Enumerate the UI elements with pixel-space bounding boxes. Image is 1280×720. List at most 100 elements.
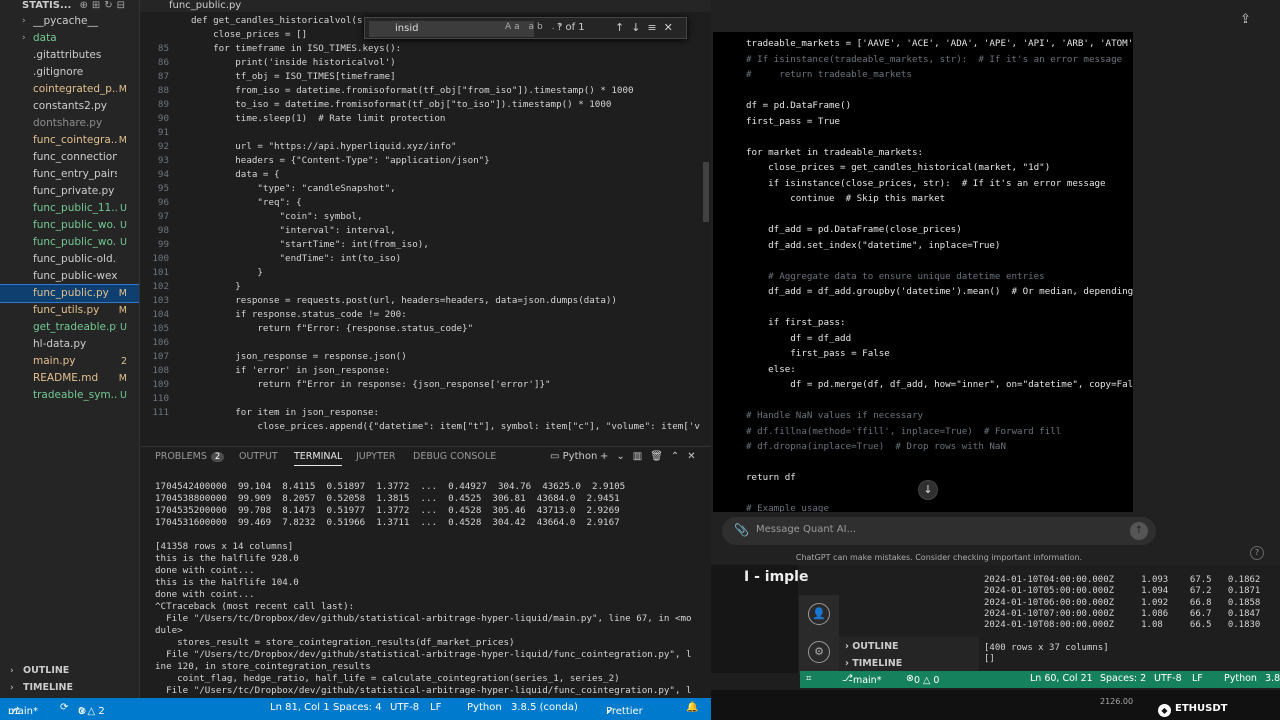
problems-indicator[interactable]: ⊗ 0 △ 0 [906, 673, 939, 686]
bell-icon[interactable]: 🔔 [686, 702, 698, 713]
outline-section[interactable]: › OUTLINE [845, 641, 899, 652]
file-item[interactable]: func_private.py [0, 183, 139, 200]
scroll-down-button[interactable]: ↓ [918, 480, 938, 500]
file-item[interactable]: .gitattributes [0, 47, 139, 64]
code-editor[interactable]: def get_candles_historicalvol(s close_pr… [141, 12, 711, 445]
file-item[interactable]: func_connections.py [0, 149, 139, 166]
chat-code-line: # df.dropna(inplace=True) # Drop rows wi… [746, 441, 1006, 452]
gear-icon[interactable]: ⚙ [808, 641, 830, 663]
terminal-shell-selector[interactable]: ▭ Python [550, 451, 597, 462]
line-number: 85 [157, 43, 169, 54]
eol[interactable]: LF [430, 702, 441, 713]
chat-code-block: tradeable_markets = ['AAVE', 'ACE', 'ADA… [713, 32, 1133, 512]
help-icon[interactable]: ? [1250, 546, 1264, 560]
file-item[interactable]: hl-data.py [0, 336, 139, 353]
terminal-line: 1704538800000 99.909 8.2057 0.52058 1.38… [155, 493, 620, 504]
file-item[interactable]: cointegrated_p... M [0, 81, 139, 98]
terminal-actions[interactable]: +⌄▥🗑⌃✕ [600, 451, 704, 462]
ticker[interactable]: ◆ ETHUSDT [1158, 703, 1227, 717]
find-nav-buttons[interactable]: ↑↓≡✕ [615, 21, 680, 34]
minimap-scrollbar[interactable] [703, 162, 709, 222]
file-item[interactable]: func_public.py M [0, 284, 139, 303]
editor-tab[interactable]: func_public.py [141, 0, 341, 12]
file-item[interactable]: constants2.py [0, 98, 139, 115]
file-name: dontshare.py [33, 117, 103, 129]
file-item[interactable]: func_public-wex.py [0, 268, 139, 285]
message-input[interactable]: 📎 Message Quant AI... ↑ [722, 517, 1156, 545]
file-item[interactable]: func_utils.py M [0, 302, 139, 319]
line-number: 100 [152, 253, 169, 264]
sync-icon[interactable]: ⟳ [60, 702, 68, 713]
file-item[interactable]: dontshare.py [0, 115, 139, 132]
file-item[interactable]: func_public_11... U [0, 200, 139, 217]
file-item[interactable]: func_entry_pairs.py [0, 166, 139, 183]
code-line: 110 [141, 392, 711, 406]
code-text: close_prices = [] [191, 29, 308, 40]
panel-tab-debug-console[interactable]: DEBUG CONSOLE [413, 451, 496, 462]
file-name: func_entry_pairs.py [33, 168, 117, 180]
timeline-section[interactable]: › TIMELINE [845, 658, 902, 669]
find-options[interactable]: Aa ab .* [505, 22, 565, 32]
panel-tab-output[interactable]: OUTPUT [239, 451, 278, 462]
vscode-window: STATIS... ⊕⊞↻⊟ › __pycache__ › data .gitattr… [0, 0, 711, 720]
file-item[interactable]: .gitignore [0, 64, 139, 81]
panel-tab-jupyter[interactable]: JUPYTER [356, 451, 395, 462]
slide-panel: I - imple [711, 565, 808, 673]
line-number: 92 [157, 141, 169, 152]
encoding[interactable]: UTF-8 [390, 702, 419, 713]
encoding[interactable]: UTF-8 [1154, 673, 1182, 684]
indentation[interactable]: Spaces: 4 [333, 702, 382, 713]
line-number: 105 [152, 323, 169, 334]
interpreter[interactable]: 3.8.5 (conda) [511, 702, 578, 713]
folder-item[interactable]: › data [0, 30, 139, 47]
share-icon[interactable]: ⇪ [1240, 12, 1258, 30]
file-item[interactable]: README.md M [0, 370, 139, 387]
cursor-position[interactable]: Ln 60, Col 21 [1030, 673, 1093, 684]
file-item[interactable]: get_tradeable.py U [0, 319, 139, 336]
code-text: "startTime": int(from_iso), [191, 239, 429, 250]
git-status: M [118, 373, 127, 384]
terminal-line: dule> [155, 625, 183, 636]
attach-icon[interactable]: 📎 [734, 523, 749, 537]
file-name: constants2.py [33, 100, 108, 112]
chat-code-line: df = pd.merge(df, df_add, how="inner", o… [746, 379, 1133, 390]
code-text: "endTime": int(to_iso) [191, 253, 402, 264]
language-mode[interactable]: Python [1224, 673, 1257, 684]
file-item[interactable]: func_cointegra... M [0, 132, 139, 149]
code-text: tf_obj = ISO_TIMES[timeframe] [191, 71, 396, 82]
file-item[interactable]: tradeable_sym... U [0, 387, 139, 404]
file-item[interactable]: func_public-old.py [0, 251, 139, 268]
language-mode[interactable]: Python [467, 702, 502, 713]
code-line: 88 from_iso = datetime.fromisoformat(tf_… [141, 84, 711, 98]
remote-icon[interactable]: ⌗ [806, 673, 811, 684]
panel-tab-terminal[interactable]: TERMINAL [294, 451, 343, 466]
file-item[interactable]: func_public_wo... U [0, 217, 139, 234]
indentation[interactable]: Spaces: 2 [1100, 673, 1146, 684]
python-version[interactable]: 3.8 [1265, 673, 1280, 684]
second-status-bar: ⌗ ⎇ main* ⊗ 0 △ 0 Ln 60, Col 21 Spaces: … [800, 671, 1280, 688]
timeline-section[interactable]: › TIMELINE [0, 680, 139, 696]
file-name: func_utils.py [33, 304, 100, 316]
git-status: M [118, 305, 127, 316]
code-line: 109 return f"Error in response: {json_re… [141, 378, 711, 392]
panel-tab-problems[interactable]: PROBLEMS 2 [155, 451, 225, 462]
send-button[interactable]: ↑ [1130, 522, 1148, 540]
explorer-actions[interactable]: ⊕⊞↻⊟ [79, 0, 129, 11]
line-number: 87 [157, 71, 169, 82]
file-item[interactable]: func_public_wo... U [0, 234, 139, 251]
branch-indicator[interactable]: ⎇ main* [842, 673, 881, 686]
folder-item[interactable]: › __pycache__ [0, 13, 139, 30]
code-line: 96 "req": { [141, 196, 711, 210]
outline-section[interactable]: › OUTLINE [0, 663, 139, 679]
code-line: 93 headers = {"Content-Type": "applicati… [141, 154, 711, 168]
account-icon[interactable]: 👤 [808, 603, 830, 625]
chevron-right-icon: › [22, 33, 26, 43]
code-line: 85 for timeframe in ISO_TIMES.keys(): [141, 42, 711, 56]
chat-code-line: # df.fillna(method='ffill', inplace=True… [746, 425, 1062, 437]
code-line: 105 return f"Error: {response.status_cod… [141, 322, 711, 336]
eol[interactable]: LF [1192, 673, 1203, 684]
code-line: 86 print('inside historicalvol') [141, 56, 711, 70]
line-number: 86 [157, 57, 169, 68]
cursor-position[interactable]: Ln 81, Col 1 [270, 702, 330, 713]
file-item[interactable]: main.py 2 [0, 353, 139, 370]
